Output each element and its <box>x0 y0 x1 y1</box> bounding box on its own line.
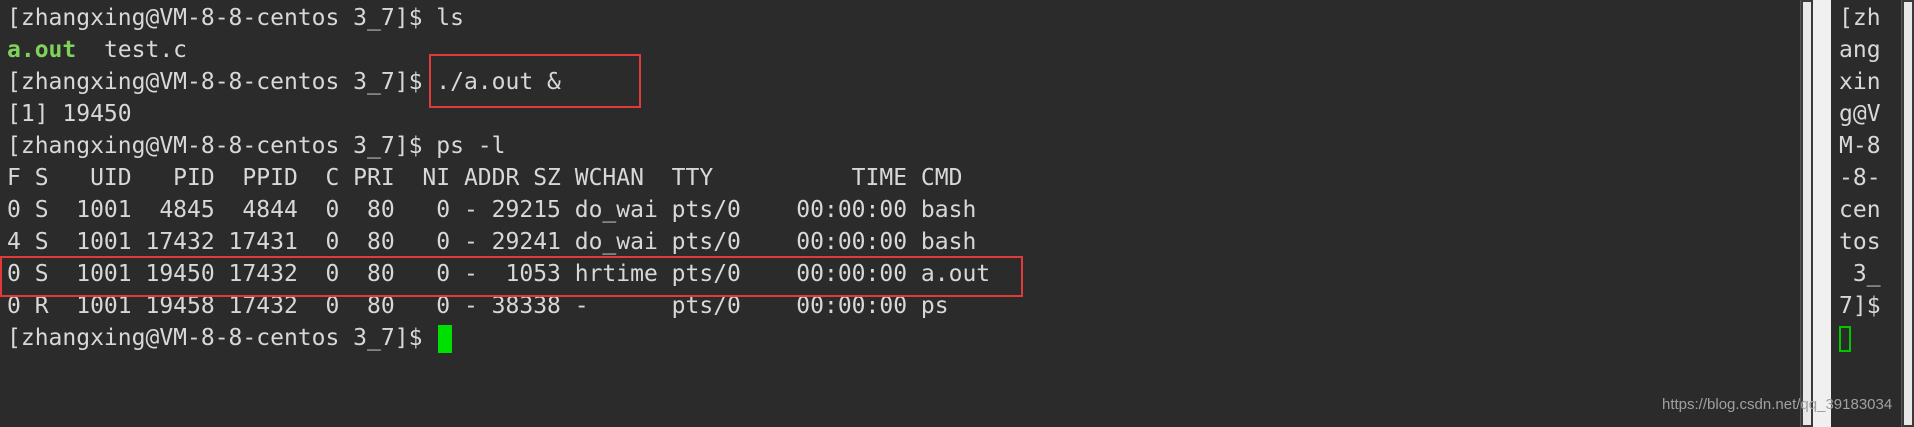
ps-header-line: F S UID PID PPID C PRI NI ADDR SZ WCHAN … <box>7 165 963 191</box>
main-scrollbar[interactable] <box>1800 0 1813 427</box>
side-line: cen <box>1839 197 1881 223</box>
side-cursor-line <box>1839 322 1851 354</box>
terminal-side-pane[interactable]: [zh ang xin g@V M-8 -8- cen tos 3_ 7]$ <box>1831 0 1901 427</box>
side-scrollbar[interactable] <box>1901 0 1914 427</box>
highlight-box-process-row <box>0 256 1023 297</box>
side-line: [zh <box>1839 5 1881 31</box>
main-scrollbar-thumb[interactable] <box>1803 2 1811 425</box>
terminal-line: [zhangxing@VM-8-8-centos 3_7]$ ps -l <box>7 133 506 159</box>
side-terminal-cursor <box>1839 325 1851 352</box>
watermark: https://blog.csdn.net/qq_39183034 <box>1662 396 1893 413</box>
terminal-line: [1] 19450 <box>7 101 132 127</box>
ps-row: 4 S 1001 17432 17431 0 80 0 - 29241 do_w… <box>7 229 977 255</box>
side-line: 3_ <box>1839 261 1881 287</box>
side-line: xin <box>1839 69 1881 95</box>
executable-file-name: a.out <box>7 37 77 63</box>
terminal-cursor <box>438 324 453 353</box>
highlight-box-command <box>429 54 641 108</box>
ps-row: 0 S 1001 4845 4844 0 80 0 - 29215 do_wai… <box>7 197 977 223</box>
side-line: -8- <box>1839 165 1881 191</box>
terminal-prompt-line: [zhangxing@VM-8-8-centos 3_7]$ <box>7 322 453 354</box>
terminal-main-pane[interactable]: [zhangxing@VM-8-8-centos 3_7]$ ls a.out … <box>0 0 1800 427</box>
terminal-line: [zhangxing@VM-8-8-centos 3_7]$ ls <box>7 5 464 31</box>
side-line: g@V <box>1839 101 1881 127</box>
side-line: 7]$ <box>1839 293 1881 319</box>
side-line: tos <box>1839 229 1881 255</box>
side-line: M-8 <box>1839 133 1881 159</box>
side-scrollbar-thumb[interactable] <box>1904 2 1912 425</box>
file-name: test.c <box>76 37 188 63</box>
terminal-line-ls-output: a.out test.c <box>7 34 187 66</box>
prompt-text: [zhangxing@VM-8-8-centos 3_7]$ <box>7 325 437 351</box>
pane-divider[interactable] <box>1813 0 1831 427</box>
side-line: ang <box>1839 37 1881 63</box>
